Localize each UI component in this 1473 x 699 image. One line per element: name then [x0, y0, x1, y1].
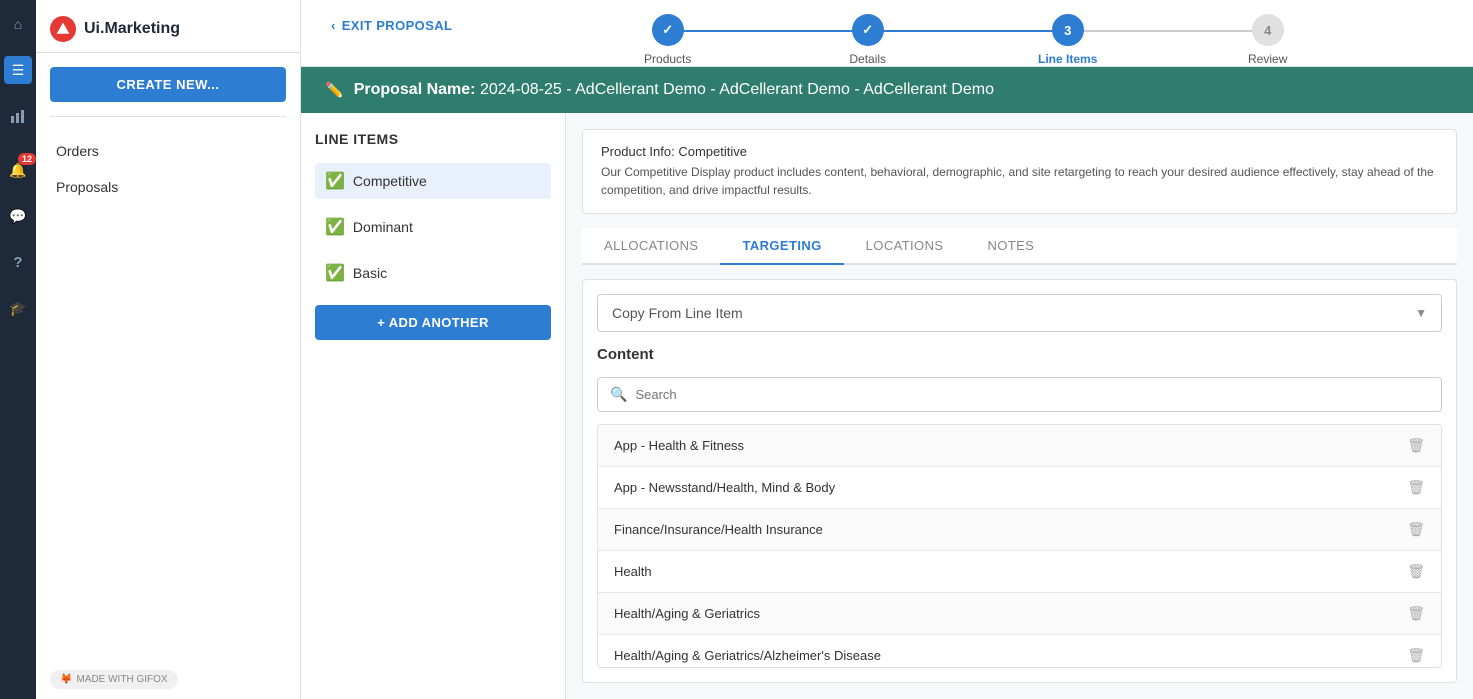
- notification-badge: 12: [18, 153, 36, 165]
- line-item-basic[interactable]: ✅ Basic: [315, 255, 551, 291]
- sidebar-item-orders[interactable]: Orders: [36, 133, 300, 169]
- line-item-competitive[interactable]: ✅ Competitive: [315, 163, 551, 199]
- tab-locations[interactable]: LOCATIONS: [844, 228, 966, 265]
- proposal-header: ✏️ Proposal Name: 2024-08-25 - AdCellera…: [301, 67, 1473, 113]
- targeting-tab-content: Copy From Line Item ▼ Content 🔍 App - He…: [582, 279, 1457, 683]
- home-icon[interactable]: ⌂: [4, 10, 32, 38]
- help-icon[interactable]: ?: [4, 248, 32, 276]
- reports-icon[interactable]: [4, 102, 32, 130]
- content-section-title: Content: [597, 344, 1442, 365]
- search-input[interactable]: [635, 387, 1429, 402]
- main-area: ‹ EXIT PROPOSAL ✓ Products ✓ Details 3 L…: [301, 0, 1473, 699]
- sidebar-item-proposals[interactable]: Proposals: [36, 169, 300, 205]
- edit-icon: ✏️: [325, 81, 344, 99]
- sidebar-header: Ui.Marketing: [36, 0, 300, 53]
- delete-icon-2[interactable]: 🗑: [1407, 521, 1425, 538]
- copy-dropdown-label: Copy From Line Item: [612, 305, 743, 321]
- wizard-step-details[interactable]: ✓ Details: [768, 14, 968, 66]
- product-info-title: Product Info: Competitive: [601, 144, 1438, 159]
- check-icon-basic: ✅: [325, 263, 345, 283]
- wizard-circle-review: 4: [1252, 14, 1284, 46]
- check-icon-competitive: ✅: [325, 171, 345, 191]
- sidebar-logo: [50, 16, 76, 42]
- add-another-button[interactable]: + ADD ANOTHER: [315, 305, 551, 340]
- sidebar-nav: Orders Proposals: [36, 121, 300, 217]
- tab-notes[interactable]: NOTES: [965, 228, 1056, 265]
- tab-targeting[interactable]: TARGETING: [720, 228, 843, 265]
- sidebar-footer: 🦊 MADE WITH GIFOX: [36, 660, 300, 699]
- notification-icon[interactable]: 🔔 12: [4, 156, 32, 184]
- sidebar-divider: [50, 116, 286, 117]
- list-item[interactable]: Health/Aging & Geriatrics/Alzheimer's Di…: [598, 635, 1441, 668]
- proposal-header-text: Proposal Name: 2024-08-25 - AdCellerant …: [354, 81, 994, 99]
- content-area: LINE ITEMS ✅ Competitive ✅ Dominant ✅ Ba…: [301, 113, 1473, 699]
- search-icon: 🔍: [610, 386, 627, 403]
- delete-icon-5[interactable]: 🗑: [1407, 647, 1425, 664]
- list-item[interactable]: App - Health & Fitness 🗑: [598, 425, 1441, 467]
- line-items-panel: LINE ITEMS ✅ Competitive ✅ Dominant ✅ Ba…: [301, 113, 566, 699]
- create-new-button[interactable]: CREATE NEW...: [50, 67, 286, 102]
- wizard-circle-lineitems: 3: [1052, 14, 1084, 46]
- delete-icon-1[interactable]: 🗑: [1407, 479, 1425, 496]
- wizard-circle-details: ✓: [852, 14, 884, 46]
- wizard-step-products[interactable]: ✓ Products: [568, 14, 768, 66]
- list-item[interactable]: App - Newsstand/Health, Mind & Body 🗑: [598, 467, 1441, 509]
- gifox-icon: 🦊: [60, 674, 72, 685]
- wizard-label-products: Products: [644, 52, 691, 66]
- orders-icon[interactable]: ☰: [4, 56, 32, 84]
- content-list: App - Health & Fitness 🗑 App - Newsstand…: [597, 424, 1442, 668]
- wizard-label-lineitems: Line Items: [1038, 52, 1097, 66]
- chevron-left-icon: ‹: [331, 18, 336, 33]
- list-item[interactable]: Health 🗑: [598, 551, 1441, 593]
- wizard-steps: ✓ Products ✓ Details 3 Line Items 4 Revi…: [492, 14, 1443, 66]
- list-item[interactable]: Health/Aging & Geriatrics 🗑: [598, 593, 1441, 635]
- graduation-icon[interactable]: 🎓: [4, 294, 32, 322]
- search-bar: 🔍: [597, 377, 1442, 412]
- nav-rail: ⌂ ☰ 🔔 12 💬 ? 🎓: [0, 0, 36, 699]
- detail-panel: Product Info: Competitive Our Competitiv…: [566, 113, 1473, 699]
- exit-proposal-button[interactable]: ‹ EXIT PROPOSAL: [331, 18, 452, 47]
- line-item-dominant[interactable]: ✅ Dominant: [315, 209, 551, 245]
- wizard-label-review: Review: [1248, 52, 1287, 66]
- list-item[interactable]: Finance/Insurance/Health Insurance 🗑: [598, 509, 1441, 551]
- sidebar-brand: Ui.Marketing: [84, 20, 180, 38]
- delete-icon-3[interactable]: 🗑: [1407, 563, 1425, 580]
- delete-icon-0[interactable]: 🗑: [1407, 437, 1425, 454]
- line-items-title: LINE ITEMS: [315, 131, 551, 147]
- wizard-bar: ‹ EXIT PROPOSAL ✓ Products ✓ Details 3 L…: [301, 0, 1473, 67]
- chevron-down-icon: ▼: [1415, 306, 1427, 320]
- wizard-circle-products: ✓: [652, 14, 684, 46]
- sidebar: Ui.Marketing CREATE NEW... Orders Propos…: [36, 0, 301, 699]
- gifox-badge: 🦊 MADE WITH GIFOX: [50, 670, 178, 689]
- chat-icon[interactable]: 💬: [4, 202, 32, 230]
- product-info-card: Product Info: Competitive Our Competitiv…: [582, 129, 1457, 214]
- check-icon-dominant: ✅: [325, 217, 345, 237]
- tab-allocations[interactable]: ALLOCATIONS: [582, 228, 720, 265]
- product-info-description: Our Competitive Display product includes…: [601, 163, 1438, 199]
- wizard-step-lineitems[interactable]: 3 Line Items: [968, 14, 1168, 66]
- tabs-bar: ALLOCATIONS TARGETING LOCATIONS NOTES: [582, 228, 1457, 265]
- delete-icon-4[interactable]: 🗑: [1407, 605, 1425, 622]
- copy-from-line-item-dropdown[interactable]: Copy From Line Item ▼: [597, 294, 1442, 332]
- wizard-step-review[interactable]: 4 Review: [1168, 14, 1368, 66]
- wizard-label-details: Details: [849, 52, 886, 66]
